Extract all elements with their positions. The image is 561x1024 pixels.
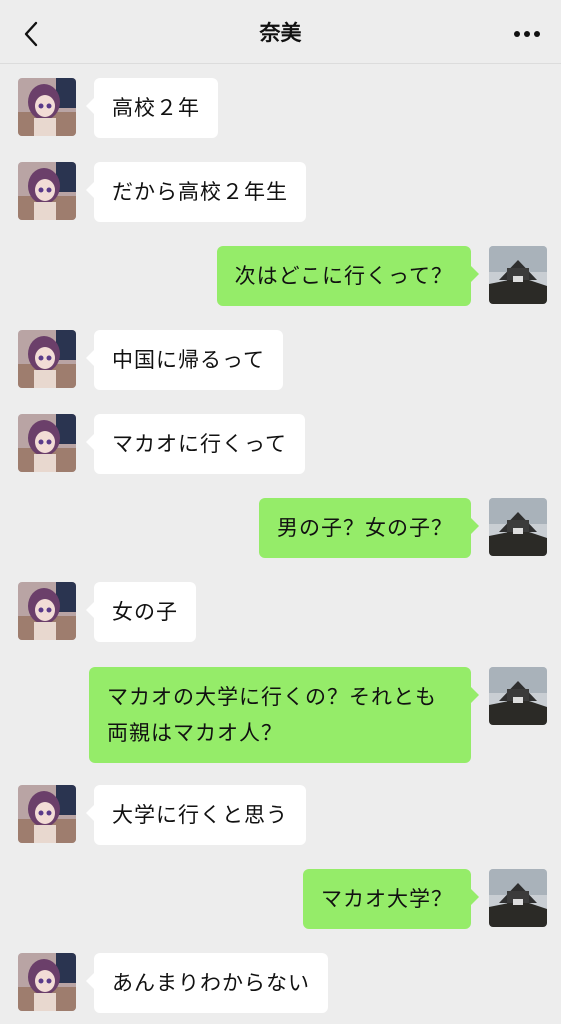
contact-avatar[interactable] [18,414,76,472]
chat-header: 奈美 [0,0,561,64]
more-button[interactable] [507,14,547,54]
message-bubble-incoming[interactable]: マカオに行くって [86,414,305,474]
chat-title: 奈美 [259,21,302,45]
contact-avatar[interactable] [18,953,76,1011]
contact-avatar[interactable] [18,582,76,640]
message-bubble-incoming[interactable]: 中国に帰るって [86,330,283,390]
user-avatar[interactable] [489,498,547,556]
message-bubble-incoming[interactable]: 大学に行くと思う [86,785,306,845]
contact-avatar[interactable] [18,162,76,220]
user-avatar[interactable] [489,667,547,725]
contact-avatar[interactable] [18,78,76,136]
message-bubble-outgoing[interactable]: マカオ大学？ [303,869,479,929]
message-bubble-incoming[interactable]: 高校２年 [86,78,218,138]
contact-avatar[interactable] [18,330,76,388]
user-avatar[interactable] [489,869,547,927]
more-dots-icon [514,31,540,37]
message-bubble-outgoing[interactable]: 次はどこに行くって？ [216,246,480,306]
message-bubble-incoming[interactable]: 女の子 [86,582,196,642]
message-bubble-outgoing[interactable]: 男の子？女の子？ [259,498,479,558]
user-avatar[interactable] [489,246,547,304]
contact-avatar[interactable] [18,785,76,843]
message-bubble-outgoing[interactable]: マカオの大学に行くの？それとも両親はマカオ人？ [89,667,479,763]
message-bubble-incoming[interactable]: だから高校２年生 [86,162,306,222]
message-bubble-incoming[interactable]: あんまりわからない [86,953,328,1013]
